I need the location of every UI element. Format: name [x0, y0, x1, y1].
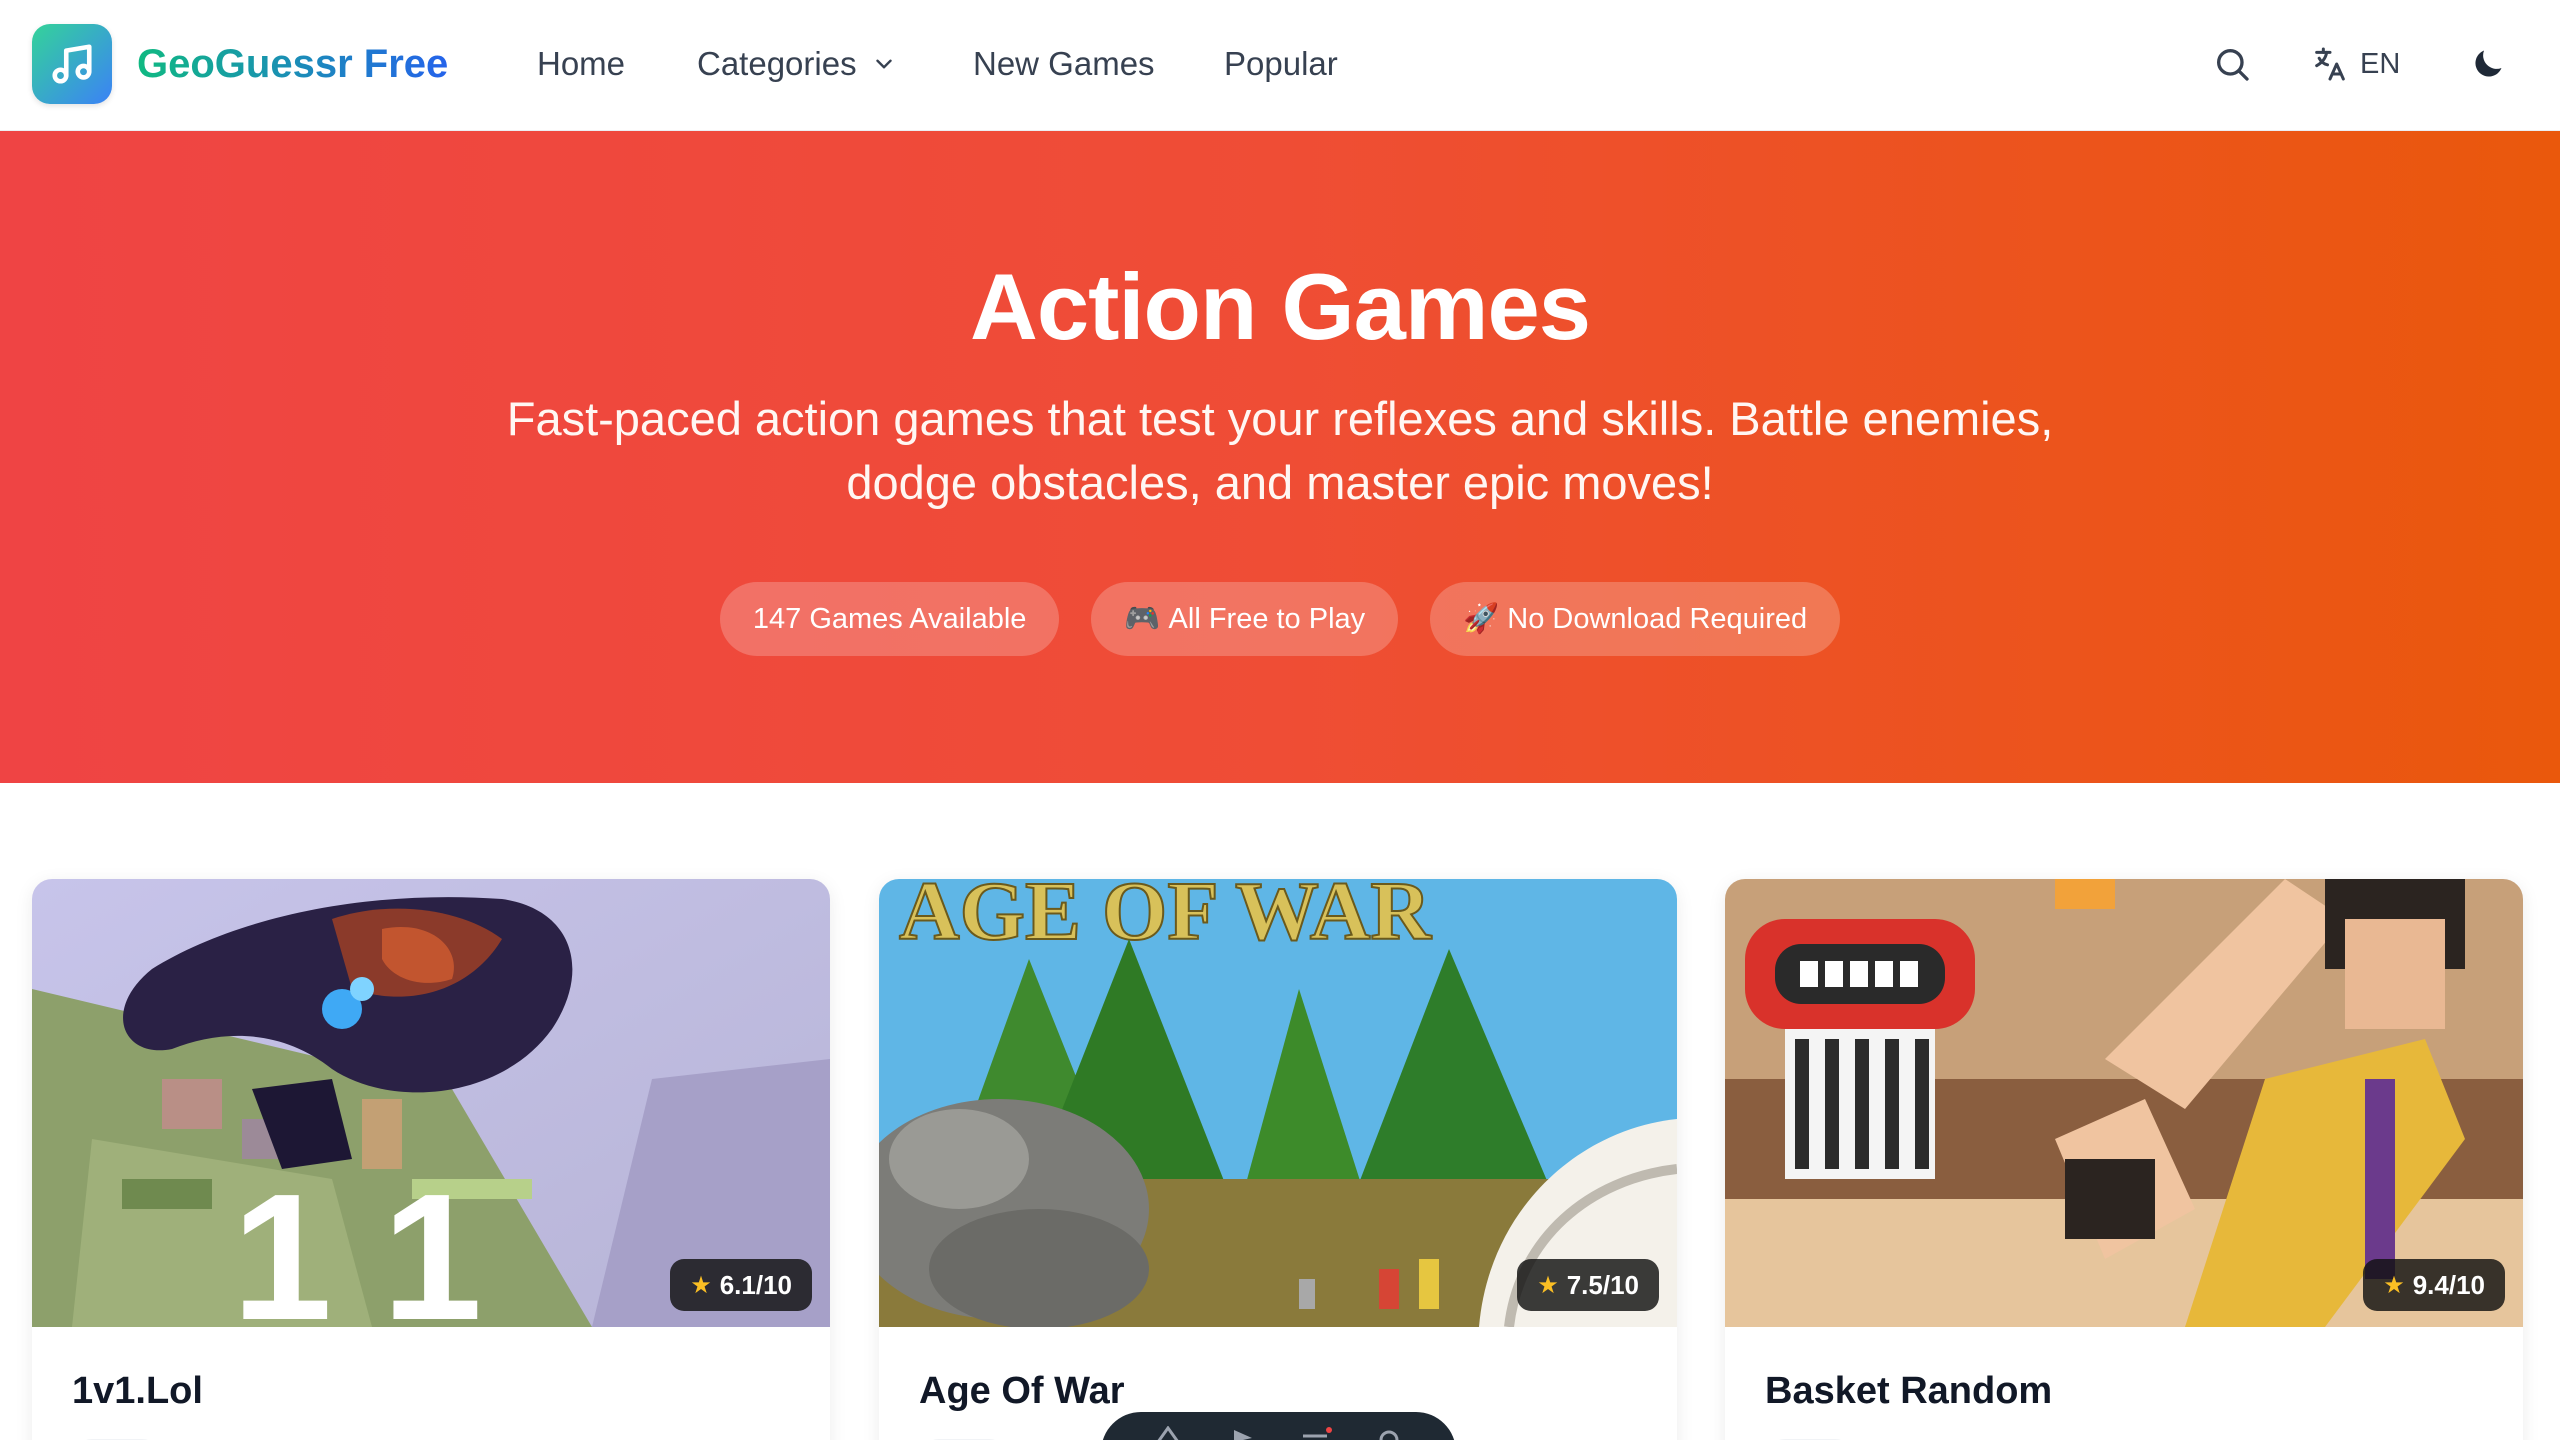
badge-row: 147 Games Available 🎮 All Free to Play 🚀… [0, 582, 2560, 656]
thumbnail-title: AGE OF WAR [899, 879, 1432, 958]
rating-value: 7.5/10 [1566, 1269, 1639, 1300]
rating-badge: ★ 7.5/10 [1517, 1259, 1659, 1311]
rating-value: 9.4/10 [2412, 1269, 2485, 1300]
language-button[interactable]: EN [2310, 36, 2400, 92]
category-description: Fast-paced action games that test your r… [506, 392, 2054, 509]
rating-badge: ★ 6.1/10 [670, 1259, 812, 1311]
text-tool-icon[interactable] [1148, 1425, 1188, 1440]
brand-name[interactable]: GeoGuessr Free [137, 38, 448, 90]
nav-new-games[interactable]: New Games [973, 40, 1155, 88]
moon-icon [2475, 50, 2502, 77]
translate-icon [2315, 47, 2345, 81]
game-thumbnail[interactable]: 1 1 ★ 6.1/10 [32, 879, 830, 1327]
theme-toggle[interactable] [2460, 36, 2516, 92]
rating-badge: ★ 9.4/10 [2363, 1259, 2505, 1311]
game-thumbnail[interactable]: ★ 9.4/10 [1725, 879, 2523, 1327]
free-to-play-badge: 🎮 All Free to Play [1091, 582, 1399, 656]
gamepad-icon: 🎮 [1124, 603, 1161, 635]
badge-text: No Download Required [1507, 603, 1808, 635]
no-download-badge: 🚀 No Download Required [1430, 582, 1841, 656]
star-icon: ★ [1537, 1271, 1559, 1299]
rocket-icon: 🚀 [1463, 603, 1500, 635]
game-card[interactable]: ★ 9.4/10 Basket Random [1725, 879, 2523, 1440]
chevron-down-icon [875, 59, 892, 69]
svg-text:1 1: 1 1 [232, 1157, 482, 1327]
game-card[interactable]: 1 1 ★ 6.1/10 1v1.Lol [32, 879, 830, 1440]
music-note-icon[interactable] [32, 24, 112, 104]
menu-icon[interactable] [1295, 1426, 1335, 1440]
game-title[interactable]: Basket Random [1765, 1367, 2052, 1415]
game-title[interactable]: Age Of War [919, 1367, 1125, 1415]
settings-icon[interactable] [1369, 1426, 1409, 1440]
star-icon: ★ [690, 1271, 712, 1299]
game-card[interactable]: AGE OF WAR ★ 7.5/10 Age Of War [879, 879, 1677, 1440]
nav-popular[interactable]: Popular [1224, 40, 1338, 88]
page-title: Action Games [969, 254, 1591, 359]
play-icon[interactable] [1222, 1426, 1262, 1440]
star-icon: ★ [2383, 1271, 2405, 1299]
nav-categories[interactable]: Categories [697, 40, 897, 88]
nav-categories-label: Categories [697, 45, 857, 82]
floating-toolbar[interactable] [1101, 1412, 1456, 1440]
badge-text: All Free to Play [1168, 603, 1366, 635]
site-header: GeoGuessr Free Home Categories New Games… [0, 0, 2560, 131]
badge-text: 147 Games Available [752, 603, 1027, 635]
search-icon [2217, 49, 2249, 81]
game-title[interactable]: 1v1.Lol [72, 1367, 203, 1415]
category-hero: Action Games Fast-paced action games tha… [0, 131, 2560, 783]
search-button[interactable] [2204, 36, 2260, 92]
language-label: EN [2360, 47, 2401, 80]
game-thumbnail[interactable]: AGE OF WAR ★ 7.5/10 [879, 879, 1677, 1327]
games-count-badge: 147 Games Available [719, 582, 1060, 656]
rating-value: 6.1/10 [719, 1269, 792, 1300]
nav-home[interactable]: Home [537, 40, 625, 88]
